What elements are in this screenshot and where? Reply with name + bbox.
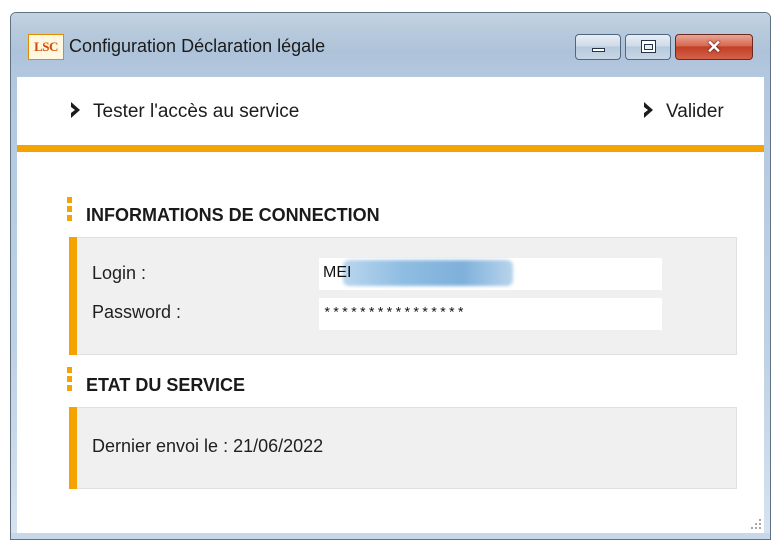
panel-accent-bar xyxy=(69,237,77,355)
password-value: **************** xyxy=(323,306,466,322)
resize-grip-icon[interactable] xyxy=(748,517,762,531)
chevron-right-icon xyxy=(71,102,80,118)
section-marker-icon xyxy=(67,197,72,224)
maximize-button[interactable] xyxy=(625,34,671,60)
last-sent-text: Dernier envoi le : 21/06/2022 xyxy=(92,436,324,456)
window-frame-bottom xyxy=(11,533,770,539)
close-icon: ✕ xyxy=(706,37,722,57)
toolbar-separator xyxy=(17,145,764,152)
service-panel: Dernier envoi le : 21/06/2022 xyxy=(69,407,737,489)
section-title-service: ETAT DU SERVICE xyxy=(86,375,246,395)
app-logo: LSC xyxy=(28,34,64,60)
section-title-connection: INFORMATIONS DE CONNECTION xyxy=(86,205,380,225)
title-bar[interactable]: LSC Configuration Déclaration légale ✕ xyxy=(11,13,770,77)
validate-label: Valider xyxy=(666,101,724,122)
validate-button[interactable]: Valider xyxy=(642,101,724,123)
toolbar: Tester l'accès au service Valider xyxy=(17,77,764,145)
minimize-icon xyxy=(592,48,605,52)
password-field[interactable]: **************** xyxy=(319,298,662,330)
section-marker-icon xyxy=(67,367,72,394)
test-access-label: Tester l'accès au service xyxy=(93,101,300,122)
maximize-icon xyxy=(641,40,656,53)
redacted-blur xyxy=(343,260,513,286)
login-label: Login : xyxy=(92,263,147,283)
chevron-right-icon xyxy=(644,102,653,118)
login-value: MEI xyxy=(323,264,352,281)
minimize-button[interactable] xyxy=(575,34,621,60)
connection-panel: Login : MEI Password : **************** xyxy=(69,237,737,355)
test-access-button[interactable]: Tester l'accès au service xyxy=(69,101,299,123)
close-button[interactable]: ✕ xyxy=(675,34,753,60)
password-label: Password : xyxy=(92,302,182,322)
dialog-content: Tester l'accès au service Valider INFORM… xyxy=(17,77,764,533)
panel-accent-bar xyxy=(69,407,77,489)
dialog-window: LSC Configuration Déclaration légale ✕ T… xyxy=(10,12,771,540)
window-title: Configuration Déclaration légale xyxy=(69,36,326,56)
login-field[interactable]: MEI xyxy=(319,258,662,290)
window-frame-right xyxy=(764,77,770,539)
